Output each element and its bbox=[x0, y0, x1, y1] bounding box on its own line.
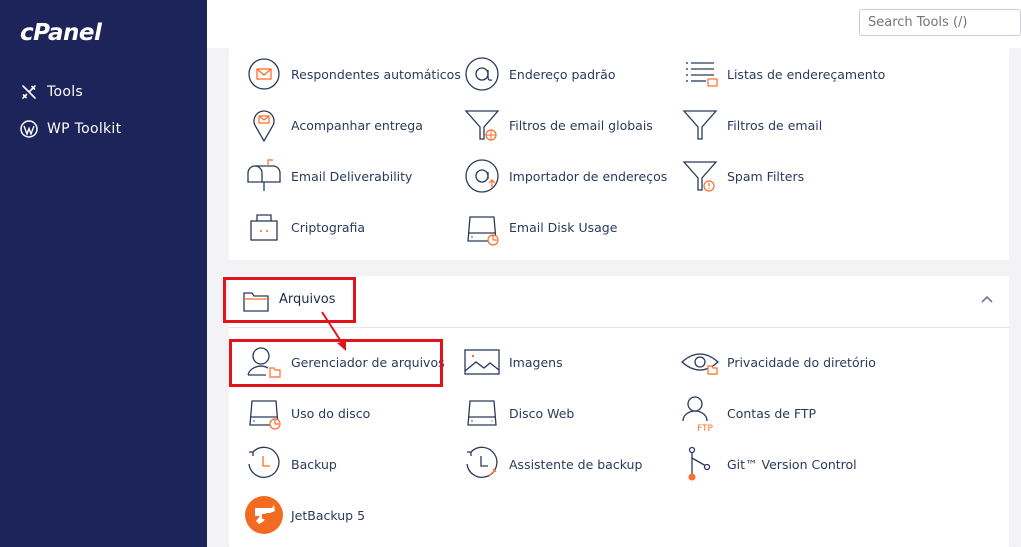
web-disk-icon bbox=[467, 400, 497, 426]
tool-acompanhar-entrega[interactable]: Acompanhar entrega bbox=[241, 105, 423, 145]
tool-label: Assistente de backup bbox=[509, 456, 643, 472]
tool-label: Spam Filters bbox=[727, 168, 805, 184]
sidebar: cPanel Tools WP Toolkit bbox=[0, 0, 207, 547]
tool-label: Privacidade do diretório bbox=[727, 354, 876, 370]
tool-contas-de-ftp[interactable]: FTP Contas de FTP bbox=[677, 393, 816, 433]
tool-gerenciador-de-arquivos[interactable]: Gerenciador de arquivos bbox=[241, 342, 445, 382]
tool-email-disk-usage[interactable]: Email Disk Usage bbox=[459, 207, 617, 247]
section-title: Arquivos bbox=[279, 292, 336, 307]
files-section-header[interactable]: Arquivos bbox=[229, 276, 1009, 328]
tool-filtros-de-email[interactable]: Filtros de email bbox=[677, 105, 822, 145]
cpanel-logo[interactable]: cPanel bbox=[20, 20, 102, 46]
tool-label: Email Deliverability bbox=[291, 168, 413, 184]
directory-privacy-icon bbox=[681, 353, 719, 375]
folder-icon bbox=[243, 292, 269, 312]
tool-label: Listas de endereçamento bbox=[727, 66, 886, 82]
filter-icon bbox=[682, 110, 718, 140]
tool-email-deliverability[interactable]: Email Deliverability bbox=[241, 156, 412, 196]
address-importer-icon bbox=[465, 159, 499, 193]
tool-label: Imagens bbox=[509, 354, 563, 370]
tool-disco-web[interactable]: Disco Web bbox=[459, 393, 574, 433]
tool-label: Importador de endereços bbox=[509, 168, 668, 184]
tool-importador-de-enderecos[interactable]: Importador de endereços bbox=[459, 156, 667, 196]
files-section-card: Arquivos Gerenciador de arquivos Imagens… bbox=[229, 276, 1009, 547]
sidebar-item-tools[interactable]: Tools bbox=[20, 83, 83, 101]
tool-uso-do-disco[interactable]: Uso do disco bbox=[241, 393, 370, 433]
ftp-accounts-icon: FTP bbox=[682, 396, 714, 433]
encryption-icon bbox=[250, 214, 278, 241]
chevron-up-icon[interactable] bbox=[979, 292, 995, 308]
search-input[interactable] bbox=[859, 9, 1021, 36]
jetbackup-icon bbox=[245, 496, 283, 534]
sidebar-item-label: Tools bbox=[47, 84, 83, 100]
tool-git-version-control[interactable]: Git™ Version Control bbox=[677, 444, 857, 484]
tool-label: Endereço padrão bbox=[509, 66, 616, 82]
tool-label: Filtros de email globais bbox=[509, 117, 653, 133]
tool-endereco-padrao[interactable]: Endereço padrão bbox=[459, 54, 615, 94]
backup-icon bbox=[248, 446, 280, 478]
sidebar-item-label: WP Toolkit bbox=[47, 121, 122, 137]
images-icon bbox=[464, 349, 500, 375]
tool-spam-filters[interactable]: Spam Filters bbox=[677, 156, 804, 196]
svg-text:FTP: FTP bbox=[697, 424, 714, 433]
tool-label: Git™ Version Control bbox=[727, 456, 857, 472]
disk-usage-icon bbox=[249, 400, 281, 430]
tool-respondentes-automaticos[interactable]: Respondentes automáticos bbox=[241, 54, 461, 94]
file-manager-icon bbox=[247, 347, 281, 378]
tool-label: Email Disk Usage bbox=[509, 219, 618, 235]
wordpress-icon bbox=[20, 120, 38, 138]
tool-label: Backup bbox=[291, 456, 337, 472]
sidebar-item-wp-toolkit[interactable]: WP Toolkit bbox=[20, 120, 121, 138]
tool-backup[interactable]: Backup bbox=[241, 444, 337, 484]
tool-imagens[interactable]: Imagens bbox=[459, 342, 563, 382]
tools-icon bbox=[22, 85, 36, 99]
disk-usage-icon bbox=[467, 216, 499, 246]
git-icon bbox=[688, 446, 711, 481]
track-delivery-icon bbox=[253, 110, 275, 143]
tool-jetbackup-5[interactable]: JetBackup 5 bbox=[241, 495, 365, 535]
tool-criptografia[interactable]: Criptografia bbox=[241, 207, 365, 247]
tool-label: Gerenciador de arquivos bbox=[291, 354, 445, 370]
tool-label: Filtros de email bbox=[727, 117, 823, 133]
mailbox-icon bbox=[247, 159, 281, 191]
tool-label: Uso do disco bbox=[291, 405, 371, 421]
global-filter-icon bbox=[464, 110, 500, 141]
tool-filtros-de-email-globais[interactable]: Filtros de email globais bbox=[459, 105, 653, 145]
tool-label: Disco Web bbox=[509, 405, 575, 421]
tool-listas-de-enderecamento[interactable]: Listas de endereçamento bbox=[677, 54, 885, 94]
tool-label: Criptografia bbox=[291, 219, 366, 235]
tool-label: Respondentes automáticos bbox=[291, 66, 461, 82]
at-sign-icon bbox=[465, 57, 499, 91]
tool-label: JetBackup 5 bbox=[291, 507, 366, 523]
tool-label: Contas de FTP bbox=[727, 405, 817, 421]
autoresponder-icon bbox=[248, 58, 280, 90]
mailing-list-icon bbox=[686, 62, 718, 87]
tool-assistente-de-backup[interactable]: Assistente de backup bbox=[459, 444, 642, 484]
spam-filter-icon bbox=[682, 161, 718, 192]
tool-privacidade-do-diretorio[interactable]: Privacidade do diretório bbox=[677, 342, 876, 382]
tool-label: Acompanhar entrega bbox=[291, 117, 423, 133]
backup-wizard-icon bbox=[466, 446, 498, 478]
email-section-card: Respondentes automáticos Endereço padrão… bbox=[229, 48, 1009, 260]
